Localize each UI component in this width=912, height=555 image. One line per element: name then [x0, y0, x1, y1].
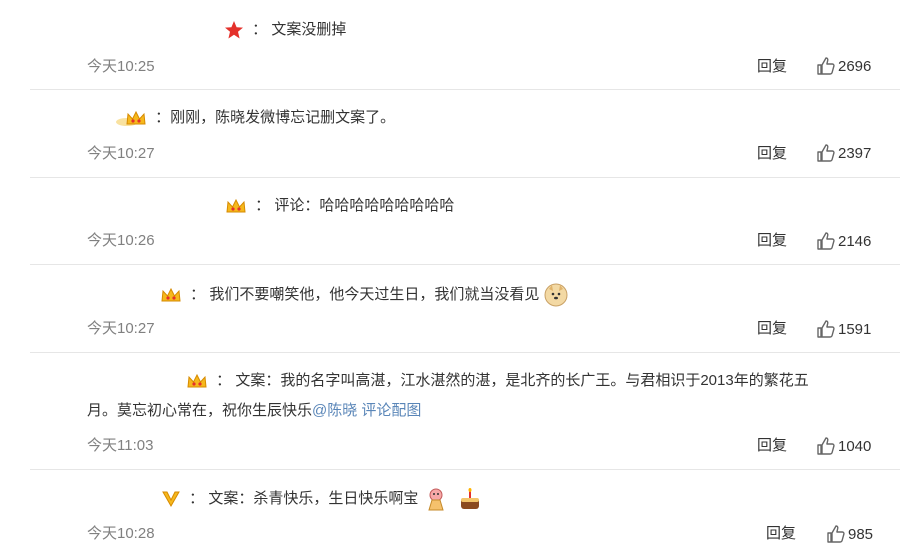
comment-text-row: ：刚刚，陈晓发微博忘记删文案了。: [115, 107, 395, 129]
reply-button[interactable]: 回复: [757, 55, 787, 76]
crown-icon: [161, 287, 181, 302]
crown-icon: [226, 198, 246, 213]
crown-icon: [116, 110, 146, 127]
divider: [30, 469, 900, 470]
thumbs-up-icon: [817, 232, 835, 250]
thumbs-up-icon: [817, 144, 835, 162]
like-button[interactable]: 1591: [816, 319, 871, 339]
thumbs-up-icon: [817, 320, 835, 338]
like-button[interactable]: 2146: [816, 231, 871, 251]
crown-icon: [187, 373, 207, 388]
like-count: 1591: [838, 320, 872, 338]
like-count: 2146: [838, 232, 872, 250]
like-count: 2397: [838, 144, 872, 162]
comment-text: ： 我们不要嘲笑他，他今天过生日，我们就当没看见: [190, 285, 540, 303]
divider: [30, 89, 900, 90]
comment-time: 今天10:25: [87, 58, 155, 75]
celebration-emoji-icon: [427, 488, 444, 511]
divider: [30, 352, 900, 353]
user-mention-link[interactable]: @陈晓: [312, 402, 357, 419]
like-button[interactable]: 2696: [816, 56, 871, 76]
comment-text: ： 评论：哈哈哈哈哈哈哈哈哈: [255, 197, 455, 214]
birthday-cake-icon: [460, 488, 479, 509]
comment-time: 今天10:28: [87, 525, 155, 542]
comment-time: 今天10:27: [87, 145, 155, 162]
like-button[interactable]: 2397: [816, 143, 871, 163]
reply-button[interactable]: 回复: [757, 434, 787, 455]
comment-text-row: ： 我们不要嘲笑他，他今天过生日，我们就当没看见: [160, 283, 572, 307]
doge-emoji-icon: [544, 283, 568, 307]
thumbs-up-icon: [817, 57, 835, 75]
comment-text-row: ： 文案没删掉: [224, 19, 346, 41]
like-count: 2696: [838, 57, 872, 75]
comment-text: ： 文案没删掉: [252, 21, 347, 38]
comment-time: 今天10:26: [87, 232, 155, 249]
reply-button[interactable]: 回复: [757, 229, 787, 250]
star-icon: [225, 21, 243, 39]
like-count: 985: [848, 525, 874, 543]
like-button[interactable]: 985: [826, 524, 873, 544]
reply-button[interactable]: 回复: [757, 142, 787, 163]
thumbs-up-icon: [827, 525, 845, 543]
comment-text: ：刚刚，陈晓发微博忘记删文案了。: [155, 109, 396, 126]
divider: [30, 264, 900, 265]
v-icon: [162, 491, 180, 508]
divider: [30, 177, 900, 178]
thumbs-up-icon: [817, 437, 835, 455]
comment-time: 今天11:03: [87, 437, 154, 454]
like-count: 1040: [838, 437, 872, 455]
comment-text: ： 文案：杀青快乐，生日快乐啊宝: [189, 489, 419, 507]
comment-text: 月。莫忘初心常在，祝你生辰快乐: [87, 402, 313, 419]
comment-text-row: ： 文案：杀青快乐，生日快乐啊宝: [161, 486, 487, 512]
comment-text-row: ： 评论：哈哈哈哈哈哈哈哈哈: [225, 195, 454, 217]
comment-text-row: ： 文案：我的名字叫高湛，江水湛然的湛，是北齐的长广王。与君相识于2013年的繁…: [186, 370, 809, 392]
like-button[interactable]: 1040: [816, 436, 871, 456]
reply-button[interactable]: 回复: [766, 522, 796, 543]
comment-text-row-2: 月。莫忘初心常在，祝你生辰快乐@陈晓 评论配图: [87, 400, 421, 422]
comment-image-link[interactable]: 评论配图: [361, 402, 421, 419]
reply-button[interactable]: 回复: [757, 317, 787, 338]
comment-text: ： 文案：我的名字叫高湛，江水湛然的湛，是北齐的长广王。与君相识于2013年的繁…: [216, 372, 809, 389]
comment-time: 今天10:27: [87, 320, 155, 337]
